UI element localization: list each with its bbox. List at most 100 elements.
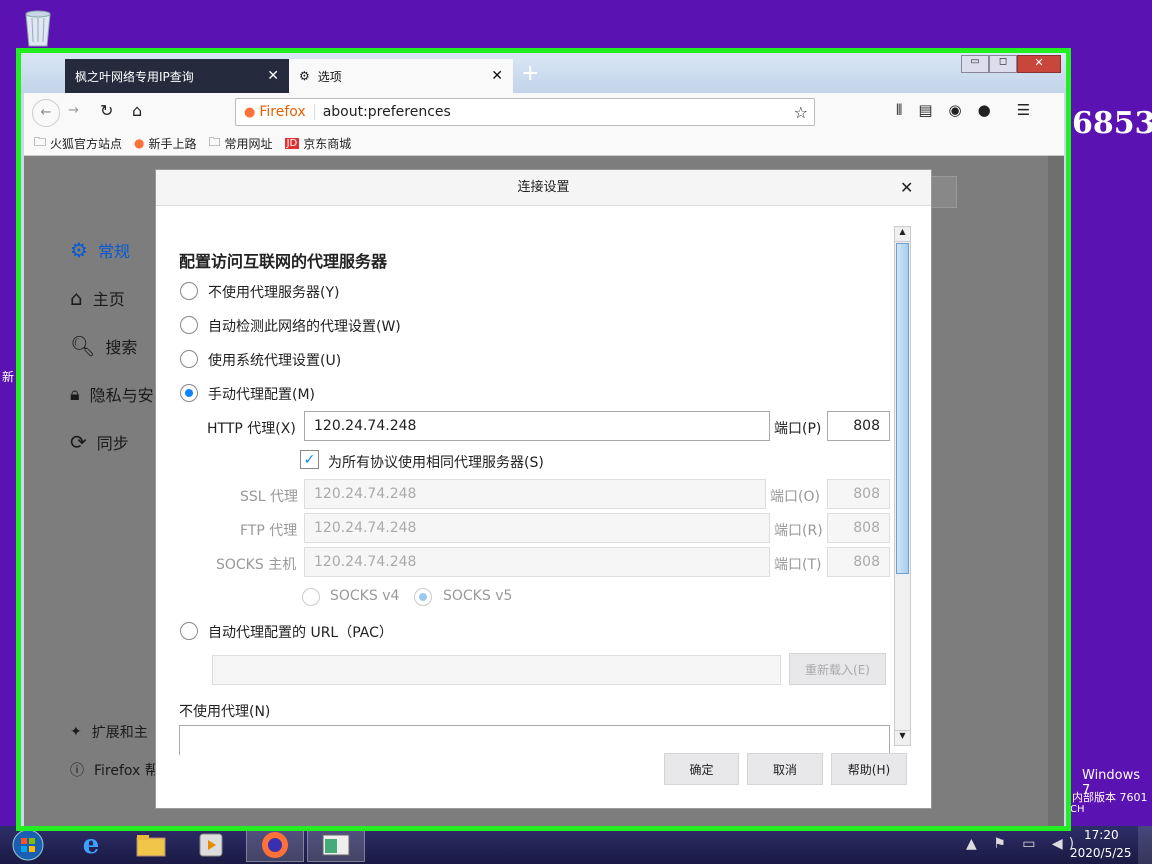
bookmark-item[interactable]: 🗀 常用网址 [209, 133, 273, 154]
window-taskbar-icon[interactable] [307, 828, 365, 862]
gear-icon: ⚙ [70, 238, 88, 262]
close-window-button[interactable]: ✕ [1017, 55, 1061, 73]
scroll-down-icon[interactable]: ▼ [895, 730, 910, 745]
http-port-input[interactable]: 808 [827, 411, 890, 441]
sidebar-item-general[interactable]: ⚙ 常规 [70, 238, 130, 262]
minimize-button[interactable]: ▭ [961, 55, 989, 73]
url-text[interactable]: about:preferences [323, 104, 451, 120]
page-search-box[interactable] [929, 176, 957, 208]
ssl-proxy-input[interactable]: 120.24.74.248 [304, 479, 766, 509]
ie-icon[interactable]: e [62, 828, 120, 862]
radio-system-proxy[interactable] [180, 350, 198, 368]
close-tab-icon[interactable]: ✕ [267, 68, 279, 84]
home-button[interactable]: ⌂ [132, 101, 142, 120]
http-proxy-label: HTTP 代理(X) [207, 421, 296, 437]
sidebar-icon[interactable]: ▤ [918, 101, 932, 119]
nav-bar: ← → ↻ ⌂ ● Firefox about:preferences ☆ ⫴ … [24, 93, 1064, 131]
scroll-up-icon[interactable]: ▲ [895, 227, 910, 242]
sidebar-item-label: 常规 [97, 242, 130, 261]
language-indicator[interactable]: CH [1070, 804, 1085, 815]
radio-pac-url[interactable] [180, 622, 198, 640]
tab-label: 枫之叶网络专用IP查询 [75, 69, 194, 84]
window-controls: ▭ ◻ ✕ [961, 55, 1061, 73]
start-button[interactable] [0, 828, 56, 862]
sync-icon: ⟳ [70, 430, 87, 454]
firefox-taskbar-icon[interactable] [246, 828, 304, 862]
ftp-proxy-input[interactable]: 120.24.74.248 [304, 513, 770, 543]
firefox-identity-icon: ● [244, 104, 256, 120]
tab-options[interactable]: ⚙ 选项 ✕ [289, 59, 513, 93]
label-auto-detect: 自动检测此网络的代理设置(W) [208, 319, 401, 335]
socks-port-label: 端口(T) [774, 557, 822, 573]
sidebar-item-help[interactable]: ⓘ Firefox 帮 [70, 760, 159, 780]
bookmark-label: 京东商城 [303, 136, 352, 151]
help-icon: ⓘ [70, 763, 84, 779]
url-bar[interactable]: ● Firefox about:preferences ☆ [235, 98, 815, 126]
socks-port-input[interactable]: 808 [827, 547, 890, 577]
bookmark-item[interactable]: 🗀 火狐官方站点 [34, 133, 122, 154]
label-socks-v4: SOCKS v4 [330, 588, 400, 604]
media-player-icon[interactable] [182, 828, 240, 862]
reload-button[interactable]: ↻ [100, 101, 113, 120]
scroll-thumb[interactable] [896, 243, 909, 574]
taskbar: e CH ▲ ⚑ ▭ ◀) 17:20 2020/5/25 [0, 804, 1152, 864]
close-dialog-icon[interactable]: ✕ [900, 178, 913, 197]
page-scrollbar[interactable] [1048, 156, 1064, 826]
radio-no-proxy[interactable] [180, 282, 198, 300]
sidebar-item-home[interactable]: ⌂ 主页 [70, 286, 125, 310]
close-tab-icon[interactable]: ✕ [491, 68, 503, 84]
firefox-window: 枫之叶网络专用IP查询 ✕ ⚙ 选项 ✕ + ▭ ◻ ✕ ← → ↻ ⌂ ● F… [16, 48, 1071, 831]
gear-icon: ⚙ [299, 69, 310, 83]
bookmark-star-icon[interactable]: ☆ [794, 103, 808, 122]
sidebar-item-privacy[interactable]: 🔒︎ 隐私与安 [70, 382, 154, 406]
bookmark-label: 新手上路 [148, 136, 197, 151]
ssl-port-input[interactable]: 808 [827, 479, 890, 509]
pac-url-input[interactable] [212, 655, 781, 685]
sidebar-item-extensions[interactable]: ✦ 扩展和主 [70, 722, 148, 742]
chat-icon[interactable]: ● [978, 101, 991, 119]
ftp-port-label: 端口(R) [774, 523, 823, 539]
ok-button[interactable]: 确定 [664, 753, 739, 785]
label-socks-v5: SOCKS v5 [443, 588, 513, 604]
radio-manual-proxy[interactable] [180, 384, 198, 402]
library-icon[interactable]: ⫴ [896, 101, 902, 119]
dialog-scrollbar[interactable]: ▲ ▼ [894, 226, 911, 746]
sidebar-item-label: 搜索 [105, 338, 138, 357]
ftp-proxy-label: FTP 代理 [240, 523, 298, 539]
radio-socks-v5[interactable] [414, 588, 432, 606]
ssl-proxy-label: SSL 代理 [240, 489, 299, 505]
explorer-icon[interactable] [122, 828, 180, 862]
sidebar-item-search[interactable]: 🔍︎ 搜索 [70, 334, 137, 358]
bookmark-item[interactable]: ● 新手上路 [134, 135, 197, 152]
clock-date[interactable]: 2020/5/25 [1070, 846, 1132, 860]
lock-icon: 🔒︎ [70, 383, 80, 405]
same-proxy-checkbox[interactable]: ✓ [300, 450, 319, 469]
tab-ip-query[interactable]: 枫之叶网络专用IP查询 ✕ [65, 59, 289, 93]
show-desktop-button[interactable] [1138, 826, 1152, 864]
no-proxy-for-textarea[interactable] [179, 725, 890, 755]
forward-button[interactable]: → [68, 103, 79, 118]
new-tab-button[interactable]: + [521, 61, 539, 86]
ssl-port-label: 端口(O) [770, 489, 820, 505]
maximize-button[interactable]: ◻ [989, 55, 1017, 73]
radio-socks-v4[interactable] [302, 588, 320, 606]
clock-time[interactable]: 17:20 [1084, 828, 1119, 842]
cancel-button[interactable]: 取消 [747, 753, 823, 785]
socks-host-input[interactable]: 120.24.74.248 [304, 547, 770, 577]
help-button[interactable]: 帮助(H) [831, 753, 907, 785]
menu-icon[interactable]: ☰ [1017, 101, 1030, 119]
http-proxy-input[interactable]: 120.24.74.248 [304, 411, 770, 441]
jd-icon: JD [284, 137, 300, 149]
radio-auto-detect[interactable] [180, 316, 198, 334]
connection-settings-dialog: 连接设置 ✕ 配置访问互联网的代理服务器 不使用代理服务器(Y) 自动检测此网络… [155, 169, 932, 809]
sidebar-item-sync[interactable]: ⟳ 同步 [70, 430, 129, 454]
puzzle-icon: ✦ [70, 724, 82, 740]
account-icon[interactable]: ◉ [949, 101, 962, 119]
desktop-background-text: 6853 [1072, 106, 1152, 141]
bookmark-item[interactable]: JD 京东商城 [284, 135, 352, 152]
ftp-port-input[interactable]: 808 [827, 513, 890, 543]
reload-pac-button[interactable]: 重新载入(E) [789, 653, 886, 685]
recycle-bin-icon[interactable] [20, 6, 56, 48]
back-button[interactable]: ← [32, 99, 60, 127]
windows-build-label: 内部版本 7601 [1072, 791, 1148, 804]
